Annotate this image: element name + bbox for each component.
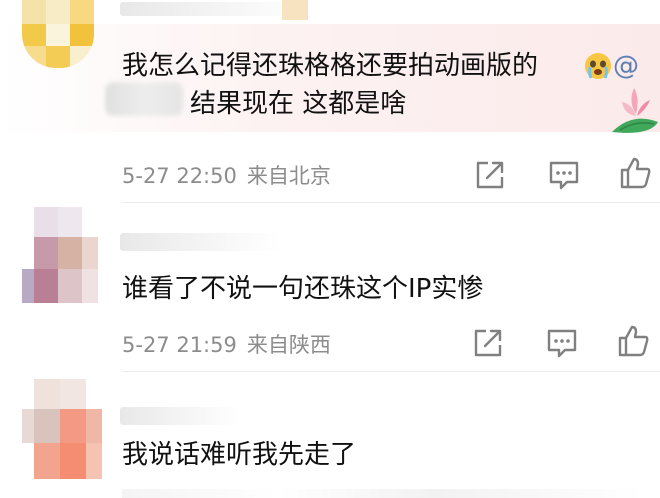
badge-blurred [282, 0, 308, 20]
comment-item: 我怎么记得还珠格格还要拍动画版的 @ 结果现在 这都是啥 5-27 22:50 来… [0, 0, 660, 203]
user-name-blurred[interactable] [120, 233, 280, 251]
comment-location: 来自北京 [246, 164, 331, 188]
divider [122, 371, 660, 372]
comment-time: 5-27 22:50 [122, 164, 237, 188]
mention-user-blurred[interactable] [105, 82, 183, 116]
like-icon [620, 157, 651, 189]
comment-time: 5-27 21:59 [122, 333, 237, 357]
avatar[interactable] [22, 0, 94, 68]
share-button[interactable] [471, 326, 505, 360]
share-icon [474, 329, 502, 357]
user-name-blurred[interactable] [120, 407, 240, 425]
comment-text: 谁看了不说一句还珠这个IP实惨 [122, 274, 484, 304]
comment-text: 我怎么记得还珠格格还要拍动画版的 [122, 46, 538, 86]
like-icon [618, 325, 649, 357]
crying-face-emoji-icon [585, 53, 611, 79]
reply-button[interactable] [547, 158, 581, 192]
like-button[interactable] [619, 156, 653, 190]
comment-item: 我说话难听我先走了 [0, 373, 660, 498]
comment-icon [549, 161, 579, 190]
share-button[interactable] [473, 158, 507, 192]
comment-icon [547, 329, 577, 358]
comment-item: 谁看了不说一句还珠这个IP实惨 5-27 21:59 来自陕西 [0, 203, 660, 373]
comment-meta: 5-27 22:50 来自北京 [122, 160, 331, 190]
avatar[interactable] [22, 207, 98, 303]
comment-text: 我说话难听我先走了 [122, 440, 357, 470]
avatar[interactable] [22, 379, 102, 479]
comment-text-line: 结果现在 这都是啥 [190, 89, 407, 119]
like-button[interactable] [617, 324, 651, 358]
comment-location: 来自陕西 [246, 333, 331, 357]
comment-text-line: 我怎么记得还珠格格还要拍动画版的 [122, 51, 539, 81]
lotus-decoration-icon [612, 88, 658, 133]
comment-meta-cropped [122, 489, 642, 498]
comment-meta: 5-27 21:59 来自陕西 [122, 329, 331, 359]
reply-button[interactable] [545, 326, 579, 360]
share-icon [476, 161, 504, 189]
